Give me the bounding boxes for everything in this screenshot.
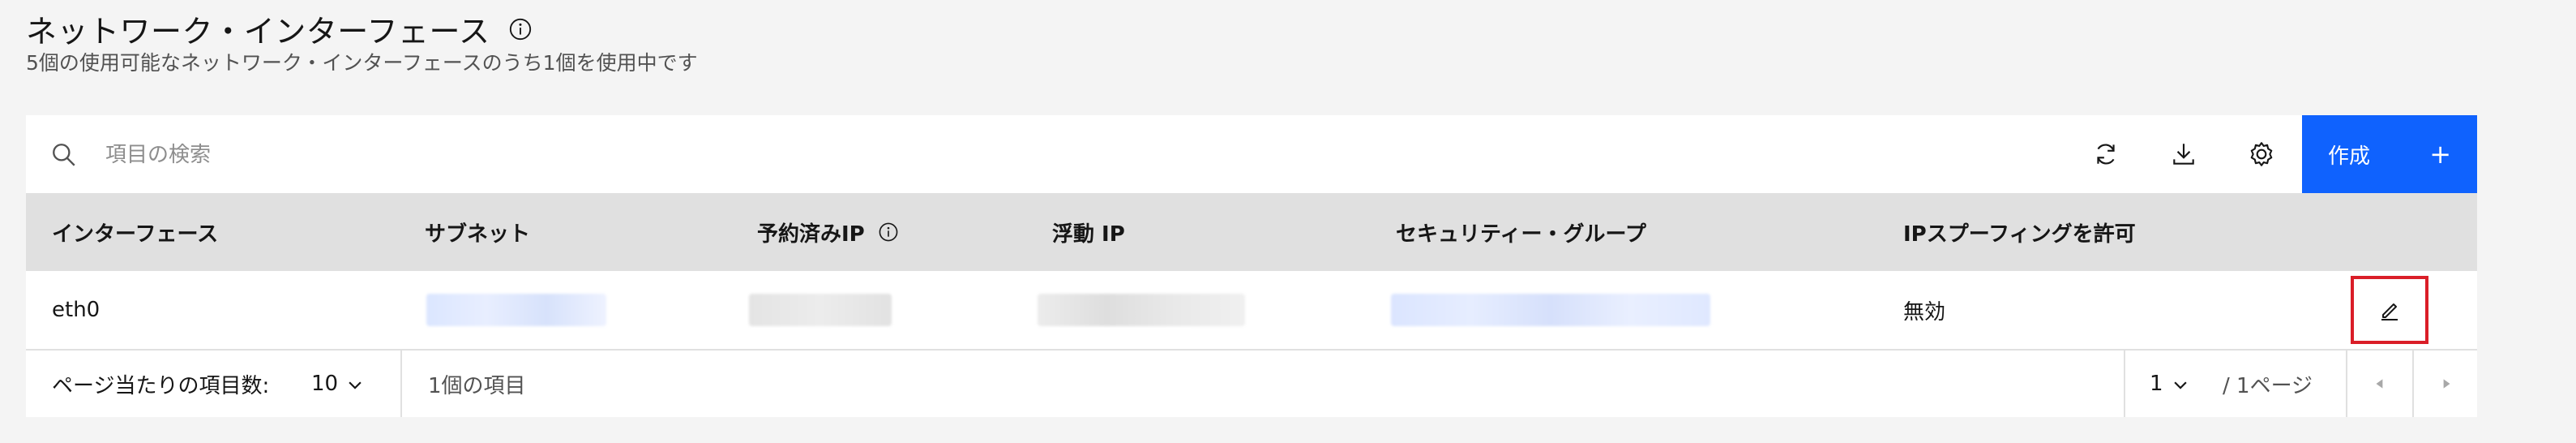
column-header-subnet[interactable]: サブネット [425, 193, 530, 271]
refresh-button[interactable] [2067, 115, 2145, 193]
page-select[interactable]: 1 [2150, 351, 2189, 417]
info-icon[interactable] [508, 17, 533, 41]
table-header: インターフェース サブネット 予約済みIP 浮動 IP セキュリティー・グループ… [26, 193, 2477, 271]
create-button-label: 作成 [2328, 144, 2371, 169]
divider [400, 351, 402, 417]
total-pages: / 1ページ [2223, 373, 2313, 398]
edit-button[interactable] [2351, 276, 2428, 344]
items-per-page-select[interactable]: 10 [311, 351, 364, 417]
page-title: ネットワーク・インターフェース [26, 14, 490, 49]
table-toolbar: 作成 + [26, 115, 2477, 193]
info-icon[interactable] [878, 222, 899, 243]
download-button[interactable] [2145, 115, 2223, 193]
next-page-button[interactable] [2414, 351, 2479, 417]
subnet-link-redacted[interactable] [426, 294, 606, 326]
floating-ip-redacted [1038, 294, 1245, 326]
column-header-ip-spoofing[interactable]: IPスプーフィングを許可 [1903, 193, 2136, 271]
page-subtitle: 5個の使用可能なネットワーク・インターフェースのうち1個を使用中です [26, 51, 698, 75]
caret-right-icon [2443, 379, 2450, 389]
search-icon [50, 141, 78, 169]
reserved-ip-redacted [749, 294, 892, 326]
previous-page-button[interactable] [2347, 351, 2412, 417]
chevron-down-icon [346, 375, 364, 393]
column-header-interface[interactable]: インターフェース [52, 193, 218, 271]
column-header-reserved-ip[interactable]: 予約済みIP [757, 193, 899, 271]
search-input[interactable] [104, 130, 2052, 180]
download-icon [2173, 144, 2194, 165]
page-header: ネットワーク・インターフェース [26, 6, 533, 51]
gear-icon [2250, 142, 2273, 166]
interfaces-table: 作成 + インターフェース サブネット 予約済みIP 浮動 IP セキュリティー… [26, 115, 2477, 417]
plus-icon: + [2429, 139, 2451, 170]
pagination: ページ当たりの項目数: 10 1個の項目 1 / 1ページ [26, 351, 2477, 417]
ip-spoofing-cell: 無効 [1903, 299, 1946, 325]
caret-left-icon [2376, 379, 2383, 389]
column-header-floating-ip[interactable]: 浮動 IP [1052, 193, 1125, 271]
settings-button[interactable] [2223, 115, 2300, 193]
create-button[interactable]: 作成 + [2302, 115, 2477, 193]
items-per-page-label: ページ当たりの項目数: [52, 373, 270, 398]
column-header-security-group[interactable]: セキュリティー・グループ [1396, 193, 1646, 271]
refresh-icon [2097, 144, 2115, 165]
security-group-link-redacted[interactable] [1391, 294, 1710, 326]
chevron-down-icon [2172, 375, 2189, 393]
item-count: 1個の項目 [428, 373, 526, 398]
divider [2124, 351, 2125, 417]
pencil-icon [2381, 303, 2398, 320]
interface-cell: eth0 [52, 298, 101, 322]
table-row: eth0 無効 [26, 271, 2477, 351]
